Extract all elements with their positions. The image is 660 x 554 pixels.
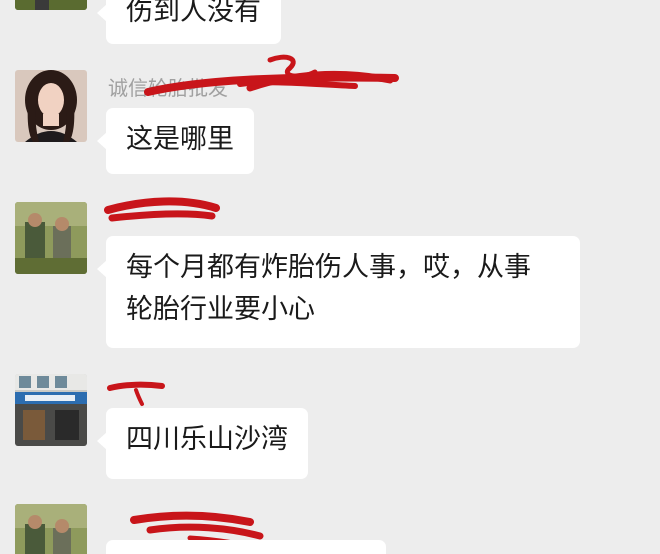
message-bubble[interactable]: 伤到人没有 (97, 0, 281, 44)
message-text-line-2: 轮胎行业要小心 (126, 294, 315, 325)
avatar[interactable] (15, 504, 87, 554)
message-text: 伤到人没有 (126, 0, 261, 27)
message-bubble[interactable]: 四川乐山沙湾 (97, 408, 308, 479)
message-bubble[interactable] (106, 540, 386, 554)
chat-window: 伤到人没有 诚信轮胎批发 这是哪里 每个月都有炸胎伤人事，哎，从事 轮胎行业要小… (0, 0, 660, 554)
redaction-mark (104, 197, 220, 222)
avatar[interactable] (15, 202, 87, 274)
message-text-line-1: 每个月都有炸胎伤人事，哎，从事 (126, 252, 531, 283)
avatar[interactable] (15, 0, 87, 10)
message-bubble[interactable]: 每个月都有炸胎伤人事，哎，从事 轮胎行业要小心 (97, 236, 580, 348)
redaction-mark (107, 381, 165, 406)
avatar[interactable] (15, 374, 87, 446)
message-text: 四川乐山沙湾 (126, 424, 288, 455)
avatar[interactable] (15, 70, 87, 142)
message-text: 这是哪里 (126, 124, 234, 155)
sender-name: 诚信轮胎批发 (108, 76, 228, 100)
message-bubble[interactable]: 这是哪里 (97, 108, 254, 174)
